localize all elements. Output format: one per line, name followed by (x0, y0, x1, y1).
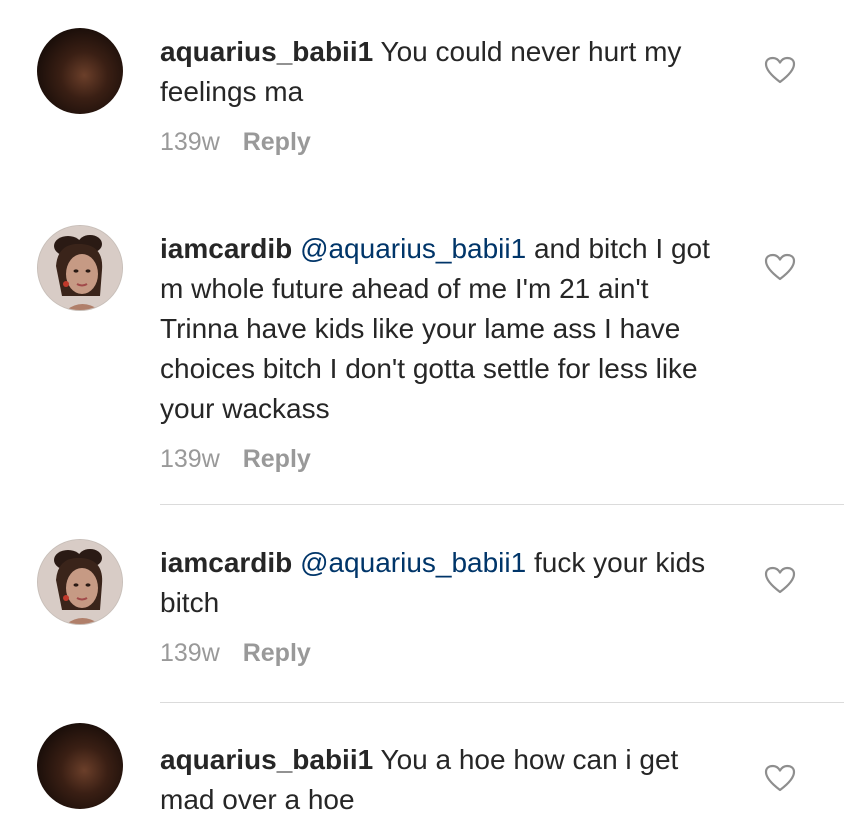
reply-button[interactable]: Reply (243, 639, 311, 667)
avatar[interactable] (37, 28, 123, 114)
comment-username[interactable]: aquarius_babii1 (160, 744, 373, 775)
comment-text: iamcardib @aquarius_babii1 fuck your kid… (160, 543, 720, 623)
heart-outline-icon[interactable] (764, 566, 796, 594)
divider (160, 504, 844, 505)
portrait-image (38, 226, 122, 310)
reply-button[interactable]: Reply (243, 445, 311, 473)
portrait-image (38, 540, 122, 624)
comment-meta: 139w Reply (160, 637, 720, 669)
comment-username[interactable]: iamcardib (160, 233, 292, 264)
comment-body: aquarius_babii1 You could never hurt my … (160, 32, 720, 158)
heart-outline-icon[interactable] (764, 253, 796, 281)
comment-body: iamcardib @aquarius_babii1 and bitch I g… (160, 229, 720, 475)
comment-text: aquarius_babii1 You could never hurt my … (160, 32, 720, 112)
heart-outline-icon[interactable] (764, 764, 796, 792)
divider (160, 702, 844, 703)
comment-timestamp[interactable]: 139w (160, 128, 220, 156)
comment-username[interactable]: iamcardib (160, 547, 292, 578)
comment-body: aquarius_babii1 You a hoe how can i get … (160, 740, 720, 820)
mention-link[interactable]: @aquarius_babii1 (300, 547, 526, 578)
comment-timestamp[interactable]: 139w (160, 639, 220, 667)
comment-timestamp[interactable]: 139w (160, 445, 220, 473)
mention-link[interactable]: @aquarius_babii1 (300, 233, 526, 264)
heart-outline-icon[interactable] (764, 56, 796, 84)
avatar[interactable] (37, 723, 123, 809)
comment-text: aquarius_babii1 You a hoe how can i get … (160, 740, 720, 820)
comment-username[interactable]: aquarius_babii1 (160, 36, 373, 67)
comment-meta: 139w Reply (160, 126, 720, 158)
comment-body: iamcardib @aquarius_babii1 fuck your kid… (160, 543, 720, 669)
avatar[interactable] (37, 225, 123, 311)
avatar[interactable] (37, 539, 123, 625)
reply-button[interactable]: Reply (243, 128, 311, 156)
comment-text: iamcardib @aquarius_babii1 and bitch I g… (160, 229, 720, 429)
comment-meta: 139w Reply (160, 443, 720, 475)
